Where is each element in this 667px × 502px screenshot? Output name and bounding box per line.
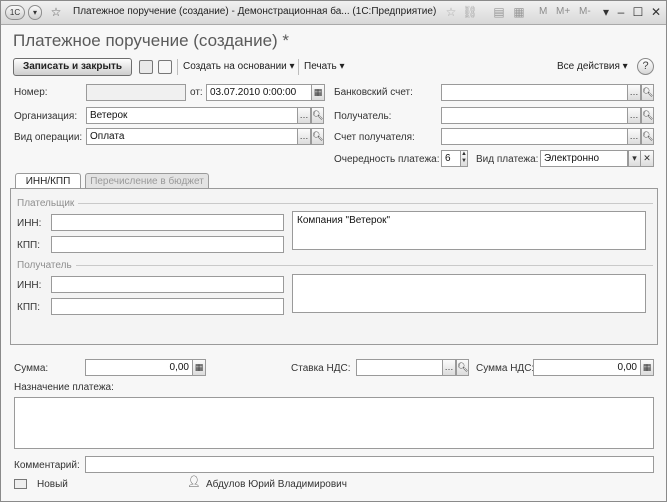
chevron-down-icon: ▾ (289, 61, 295, 72)
recipient-inn-field[interactable] (51, 276, 284, 293)
calendar-icon[interactable]: ▦ (511, 4, 527, 20)
calendar-icon[interactable]: ▦ (312, 84, 325, 101)
vat-sum-label: Сумма НДС: (476, 363, 535, 374)
operation-type-field[interactable]: Оплата (86, 128, 298, 145)
document-status-icon (14, 479, 27, 489)
search-icon[interactable]: 🔍︎ (311, 107, 324, 124)
search-icon[interactable]: 🔍︎ (641, 107, 654, 124)
comment-field[interactable] (85, 456, 654, 473)
recipient-name-field[interactable] (292, 274, 646, 313)
select-ellipsis-icon[interactable]: … (628, 107, 641, 124)
payer-name-field[interactable]: Компания "Ветерок" (292, 211, 646, 250)
recipient-group-divider (17, 265, 653, 266)
search-icon[interactable]: 🔍︎ (311, 128, 324, 145)
recipient-kpp-field[interactable] (51, 298, 284, 315)
tab-panel-inn-kpp: Плательщик ИНН: КПП: Компания "Ветерок" … (10, 188, 658, 345)
operation-type-label: Вид операции: (14, 132, 83, 143)
calculator-icon[interactable]: ▦ (193, 359, 206, 376)
print-button[interactable]: Печать ▾ (304, 61, 345, 72)
recipient-account-label: Счет получателя: (334, 132, 415, 143)
purpose-field[interactable] (14, 397, 654, 449)
sum-label: Сумма: (14, 363, 49, 374)
organization-label: Организация: (14, 111, 78, 122)
responsible-user: Абдулов Юрий Владимирович (206, 479, 347, 490)
search-icon[interactable]: 🔍︎ (456, 359, 469, 376)
payer-kpp-label: КПП: (17, 240, 40, 251)
payment-type-field[interactable]: Электронно (540, 150, 628, 167)
search-icon[interactable]: 🔍︎ (641, 84, 654, 101)
recipient-group-label: Получатель (17, 260, 76, 271)
create-based-on-label: Создать на основании (183, 61, 287, 72)
print-icon[interactable]: ▤ (491, 4, 507, 20)
close-icon[interactable]: ✕ (649, 4, 663, 20)
select-ellipsis-icon[interactable]: … (298, 128, 311, 145)
vat-sum-field[interactable]: 0,00 (533, 359, 641, 376)
user-icon: 👤︎ (187, 476, 201, 488)
memory-mplus-button[interactable]: M+ (556, 6, 570, 17)
link-icon[interactable]: ⛓ (462, 4, 478, 20)
calculator-icon[interactable]: ▦ (641, 359, 654, 376)
select-ellipsis-icon[interactable]: … (628, 84, 641, 101)
date-field[interactable]: 03.07.2010 0:00:00 (206, 84, 312, 101)
select-ellipsis-icon[interactable]: … (298, 107, 311, 124)
comment-label: Комментарий: (14, 460, 80, 471)
payer-inn-label: ИНН: (17, 218, 42, 229)
purpose-label: Назначение платежа: (14, 382, 114, 393)
print-label: Печать (304, 61, 337, 72)
create-based-on-button[interactable]: Создать на основании ▾ (183, 61, 295, 72)
toolbar-separator (298, 59, 299, 75)
minimize-icon[interactable]: – (614, 4, 628, 20)
help-icon[interactable]: ? (637, 58, 654, 75)
bank-account-field[interactable] (441, 84, 628, 101)
window-menu-button[interactable]: ▾ (28, 5, 42, 20)
favorite-star-icon-right[interactable]: ☆ (443, 4, 459, 20)
date-label: от: (190, 87, 203, 98)
recipient-field[interactable] (441, 107, 628, 124)
payer-group-divider (17, 203, 653, 204)
main-menu-button[interactable]: 1C (5, 5, 25, 20)
payment-priority-label: Очередность платежа: (334, 154, 440, 165)
document-status: Новый (37, 479, 68, 490)
select-ellipsis-icon[interactable]: … (628, 128, 641, 145)
payer-group-label: Плательщик (17, 198, 79, 209)
tab-budget-transfer[interactable]: Перечисление в бюджет (85, 173, 209, 188)
number-label: Номер: (14, 87, 48, 98)
toolbar-separator (177, 59, 178, 75)
clear-icon[interactable]: ✕ (641, 150, 654, 167)
search-icon[interactable]: 🔍︎ (641, 128, 654, 145)
maximize-icon[interactable]: ☐ (631, 4, 645, 20)
document-icon[interactable] (158, 60, 172, 74)
all-actions-label: Все действия (557, 61, 620, 72)
number-field[interactable] (86, 84, 186, 101)
sum-field[interactable]: 0,00 (85, 359, 193, 376)
form-title: Платежное поручение (создание) * (13, 31, 290, 50)
bank-account-label: Банковский счет: (334, 87, 413, 98)
chevron-down-icon[interactable]: ▾ (628, 150, 641, 167)
save-and-close-button[interactable]: Записать и закрыть (13, 58, 132, 76)
recipient-inn-label: ИНН: (17, 280, 42, 291)
recipient-account-field[interactable] (441, 128, 628, 145)
spin-stepper-icon[interactable]: ▲ ▼ (460, 150, 468, 167)
recipient-kpp-label: КПП: (17, 302, 40, 313)
payer-kpp-field[interactable] (51, 236, 284, 253)
tab-inn-kpp[interactable]: ИНН/КПП (15, 173, 81, 189)
dropdown-arrow-icon[interactable]: ▾ (599, 4, 613, 20)
payment-order-window: 1C ▾ ☆ Платежное поручение (создание) - … (0, 0, 667, 502)
memory-mminus-button[interactable]: M- (579, 6, 591, 17)
recipient-label: Получатель: (334, 111, 392, 122)
window-title: Платежное поручение (создание) - Демонст… (73, 6, 437, 17)
payer-inn-field[interactable] (51, 214, 284, 231)
vat-rate-label: Ставка НДС: (291, 363, 351, 374)
vat-rate-field[interactable] (356, 359, 443, 376)
chevron-down-icon: ▾ (622, 61, 628, 72)
select-ellipsis-icon[interactable]: … (443, 359, 456, 376)
memory-m-button[interactable]: M (539, 6, 547, 17)
chevron-down-icon: ▾ (339, 61, 345, 72)
organization-field[interactable]: Ветерок (86, 107, 298, 124)
save-icon[interactable] (139, 60, 153, 74)
title-bar: 1C ▾ ☆ Платежное поручение (создание) - … (1, 1, 666, 25)
payment-type-label: Вид платежа: (476, 154, 539, 165)
favorite-star-icon[interactable]: ☆ (48, 4, 64, 20)
all-actions-button[interactable]: Все действия ▾ (557, 61, 628, 72)
